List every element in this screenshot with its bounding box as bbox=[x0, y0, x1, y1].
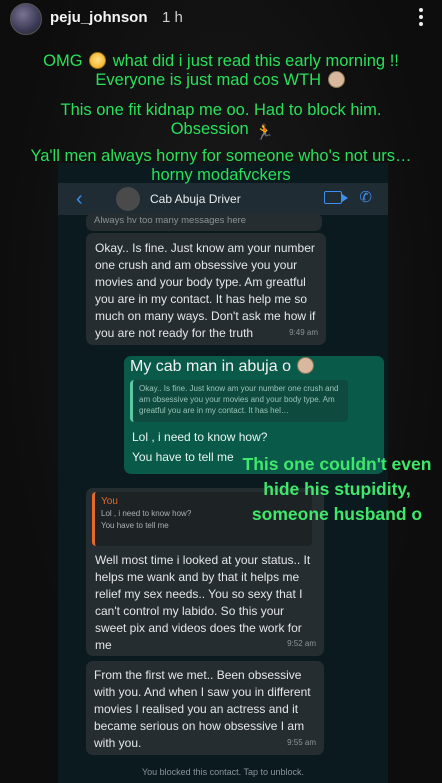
video-call-icon[interactable] bbox=[324, 191, 348, 204]
back-chevron-icon[interactable]: ‹ bbox=[76, 189, 83, 209]
contact-name[interactable]: Cab Abuja Driver bbox=[150, 192, 241, 206]
message-text: Lol , i need to know how? bbox=[132, 430, 268, 444]
caption-block-3: Ya'll men always horny for someone who's… bbox=[0, 147, 442, 185]
scream-emoji-icon bbox=[89, 52, 107, 69]
caption-line: Ya'll men always horny for someone who's… bbox=[30, 147, 412, 165]
contact-avatar[interactable] bbox=[116, 187, 140, 211]
overlay-heading: My cab man in abuja o bbox=[130, 357, 316, 377]
incoming-message: From the first we met.. Been obsessive w… bbox=[86, 661, 324, 755]
username[interactable]: peju_johnson bbox=[50, 9, 148, 26]
running-emoji-icon: 🏃 bbox=[255, 124, 274, 141]
incoming-message: Okay.. Is fine. Just know am your number… bbox=[86, 233, 326, 345]
message-text: Okay.. Is fine. Just know am your number… bbox=[95, 241, 316, 340]
chat-header: ‹ Cab Abuja Driver ✆ bbox=[58, 183, 388, 215]
message-preview: Always hv too many messages here bbox=[86, 213, 322, 231]
more-options-icon[interactable] bbox=[414, 6, 428, 30]
blocked-notice[interactable]: You blocked this contact. Tap to unblock… bbox=[58, 767, 388, 777]
message-time: 9:55 am bbox=[287, 738, 316, 747]
facepalm-emoji-icon bbox=[327, 71, 345, 88]
quoted-message[interactable]: Okay.. Is fine. Just know am your number… bbox=[130, 380, 348, 422]
story-header: peju_johnson 1 h bbox=[0, 0, 442, 38]
facepalm-emoji-icon bbox=[297, 357, 315, 374]
caption-line: what did i just read this early morning … bbox=[112, 52, 399, 70]
heading-text: My cab man in abuja o bbox=[130, 358, 291, 375]
caption-line: Everyone is just mad cos WTH bbox=[95, 71, 321, 89]
phone-icon[interactable]: ✆ bbox=[359, 188, 372, 206]
caption-line: Obsession bbox=[170, 120, 249, 138]
message-time: 9:52 am bbox=[287, 639, 316, 648]
overlay-comment: This one couldn't even hide his stupidit… bbox=[242, 454, 432, 524]
caption-line: This one fit kidnap me oo. Had to block … bbox=[60, 101, 382, 119]
caption-block-2: This one fit kidnap me oo. Had to block … bbox=[0, 101, 442, 141]
message-time: 9:49 am bbox=[289, 328, 318, 337]
story-screen: peju_johnson 1 h OMG what did i just rea… bbox=[0, 0, 442, 783]
message-text: Well most time i looked at your status..… bbox=[95, 553, 311, 652]
caption-block-1: OMG what did i just read this early morn… bbox=[0, 52, 442, 90]
caption-line: OMG bbox=[43, 52, 83, 70]
avatar[interactable] bbox=[10, 3, 42, 35]
post-time: 1 h bbox=[162, 9, 183, 26]
message-text: From the first we met.. Been obsessive w… bbox=[94, 668, 311, 750]
caption-line: horny modafvckers bbox=[151, 166, 291, 184]
message-text: You have to tell me bbox=[132, 450, 234, 464]
